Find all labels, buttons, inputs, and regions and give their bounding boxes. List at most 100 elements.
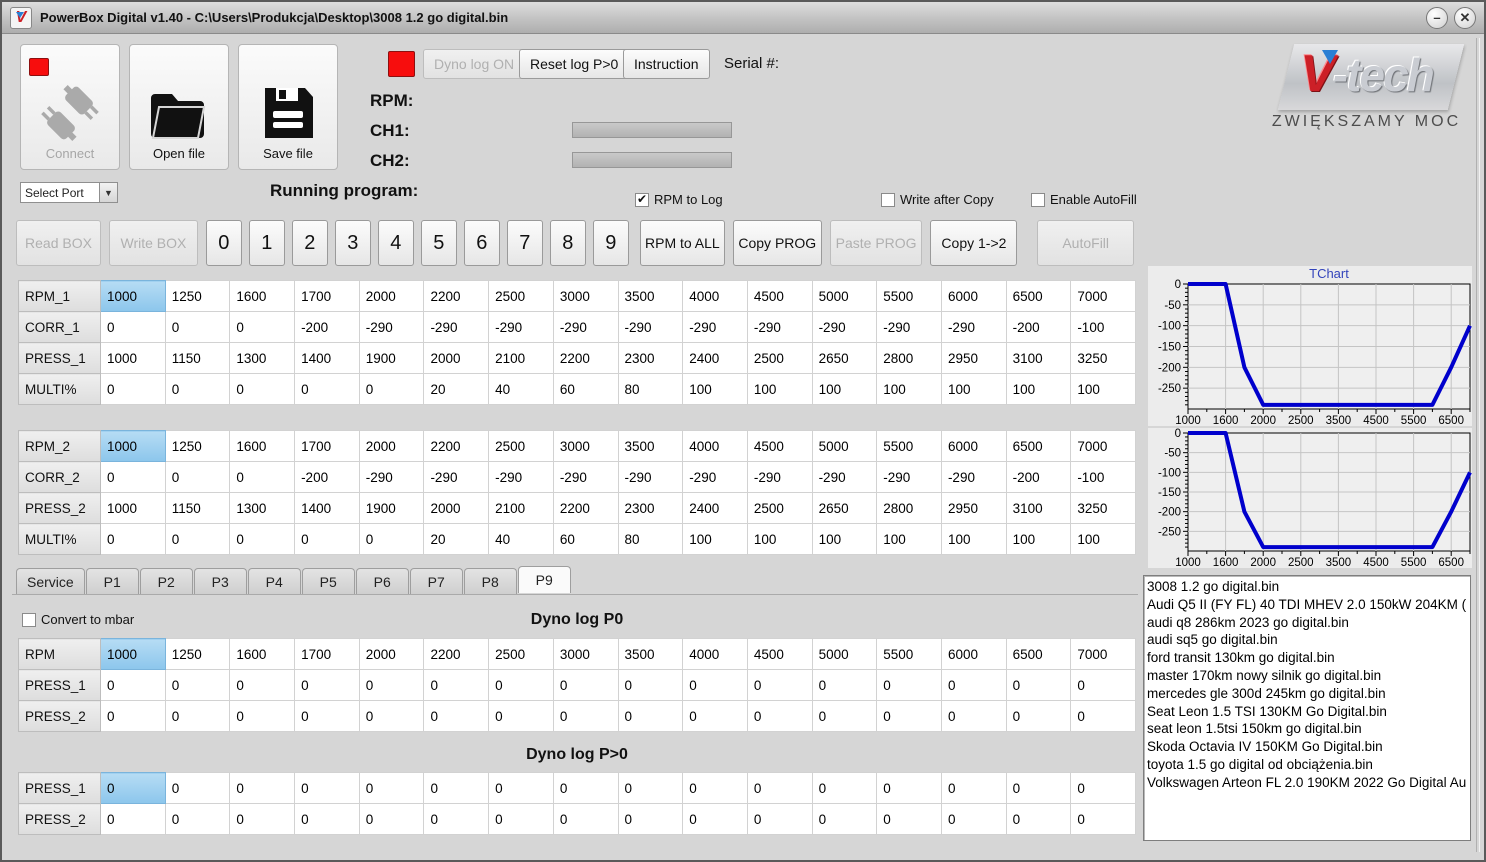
table-cell[interactable]: 2000 [423,492,490,524]
table-cell[interactable]: 4500 [746,430,813,462]
table-cell[interactable]: 0 [164,523,231,555]
table-cell[interactable]: 100 [876,523,942,555]
table-cell[interactable]: 0 [811,700,878,732]
table-cell[interactable]: 0 [294,669,360,701]
table-cell[interactable]: 3500 [617,638,684,670]
write-after-copy-checkbox[interactable]: Write after Copy [881,192,994,207]
rpm-to-all-button[interactable]: RPM to ALL [639,220,725,266]
table-cell[interactable]: 0 [552,772,619,804]
table-cell[interactable]: 0 [100,669,166,701]
table-cell[interactable]: 1000 [100,430,166,462]
table-cell[interactable]: 0 [423,772,490,804]
table-cell[interactable]: 2300 [617,342,684,374]
table-cell[interactable]: -290 [811,311,878,343]
table-cell[interactable]: 0 [617,669,684,701]
table-cell[interactable]: 1600 [229,638,296,670]
table-cell[interactable]: 2200 [423,430,490,462]
table-cell[interactable]: 1900 [358,492,425,524]
instruction-button[interactable]: Instruction [623,49,710,79]
table-cell[interactable]: 100 [682,523,748,555]
table-cell[interactable]: 0 [488,803,554,835]
table-cell[interactable]: -290 [682,461,748,493]
table-cell[interactable]: 100 [876,373,942,405]
table-cell[interactable]: -290 [552,461,619,493]
table-cell[interactable]: 0 [358,803,425,835]
table-cell[interactable]: 0 [294,803,360,835]
table-cell[interactable]: 4000 [682,430,748,462]
table-cell[interactable]: 0 [746,803,813,835]
tab-p2[interactable]: P2 [139,568,193,594]
table-cell[interactable]: 0 [876,803,942,835]
table-cell[interactable]: 0 [229,700,296,732]
table-cell[interactable]: 0 [164,373,231,405]
table-cell[interactable]: 3500 [617,430,684,462]
table-cell[interactable]: -290 [746,461,813,493]
table-cell[interactable]: -290 [552,311,619,343]
table-cell[interactable]: 2950 [940,342,1007,374]
table-cell[interactable]: 0 [100,803,166,835]
table-cell[interactable]: -290 [423,461,490,493]
table-cell[interactable]: 3000 [552,638,619,670]
table-cell[interactable]: 2200 [552,342,619,374]
table-cell[interactable]: 0 [164,803,231,835]
table-cell[interactable]: 7000 [1070,638,1136,670]
write-box-button[interactable]: Write BOX [109,220,198,266]
table-cell[interactable]: -100 [1070,311,1136,343]
table-cell[interactable]: -200 [294,311,360,343]
table-cell[interactable]: 0 [294,373,360,405]
table-cell[interactable]: -290 [940,461,1007,493]
table-cell[interactable]: -290 [358,311,425,343]
table-cell[interactable]: 6000 [940,638,1007,670]
table-cell[interactable]: 0 [294,700,360,732]
select-port-dropdown[interactable]: Select Port ▼ [20,182,118,203]
table-cell[interactable]: 2650 [811,342,878,374]
checkbox-box[interactable] [881,192,895,207]
list-item[interactable]: audi sq5 go digital.bin [1147,631,1470,649]
table-cell[interactable]: 0 [229,461,296,493]
table-cell[interactable]: 2400 [682,342,748,374]
table-cell[interactable]: 0 [1005,669,1072,701]
table-cell[interactable]: 1000 [100,492,166,524]
table-cell[interactable]: 0 [100,523,166,555]
table-cell[interactable]: -290 [811,461,878,493]
table-cell[interactable]: 2500 [746,492,813,524]
table-cell[interactable]: 0 [358,700,425,732]
list-item[interactable]: ford transit 130km go digital.bin [1147,649,1470,667]
table-cell[interactable]: -200 [294,461,360,493]
table-cell[interactable]: 0 [811,669,878,701]
tab-p7[interactable]: P7 [409,568,463,594]
tab-p8[interactable]: P8 [463,568,517,594]
table-cell[interactable]: 0 [876,700,942,732]
table-cell[interactable]: 100 [1070,523,1136,555]
table-cell[interactable]: 7000 [1070,430,1136,462]
table-cell[interactable]: 2000 [423,342,490,374]
table-cell[interactable]: 0 [100,461,166,493]
table-cell[interactable]: 0 [358,669,425,701]
table-cell[interactable]: 3250 [1070,342,1136,374]
table-cell[interactable]: 1400 [294,492,360,524]
table-cell[interactable]: 0 [552,669,619,701]
table-cell[interactable]: 60 [552,373,619,405]
read-box-button[interactable]: Read BOX [16,220,101,266]
table-cell[interactable]: 100 [811,523,878,555]
tab-p9[interactable]: P9 [517,566,571,593]
table-cell[interactable]: 1400 [294,342,360,374]
tab-service[interactable]: Service [16,568,85,594]
table-cell[interactable]: 0 [100,311,166,343]
table-cell[interactable]: 100 [746,373,813,405]
table-cell[interactable]: 3100 [1005,492,1072,524]
table-cell[interactable]: 1300 [229,492,296,524]
list-item[interactable]: toyota 1.5 go digital od obciążenia.bin [1147,756,1470,774]
chevron-down-icon[interactable]: ▼ [99,183,117,202]
table-cell[interactable]: 4000 [682,638,748,670]
table-cell[interactable]: 0 [682,669,748,701]
table-cell[interactable]: 2500 [488,638,554,670]
tab-p6[interactable]: P6 [355,568,409,594]
table-cell[interactable]: 3250 [1070,492,1136,524]
rpm-to-log-checkbox[interactable]: RPM to Log [635,192,723,207]
digit-4-button[interactable]: 4 [377,220,414,266]
dyno-log-on-button[interactable]: Dyno log ON [423,49,526,79]
table-cell[interactable]: 0 [1005,772,1072,804]
table-cell[interactable]: -200 [1005,311,1072,343]
table-cell[interactable]: 1150 [164,342,231,374]
